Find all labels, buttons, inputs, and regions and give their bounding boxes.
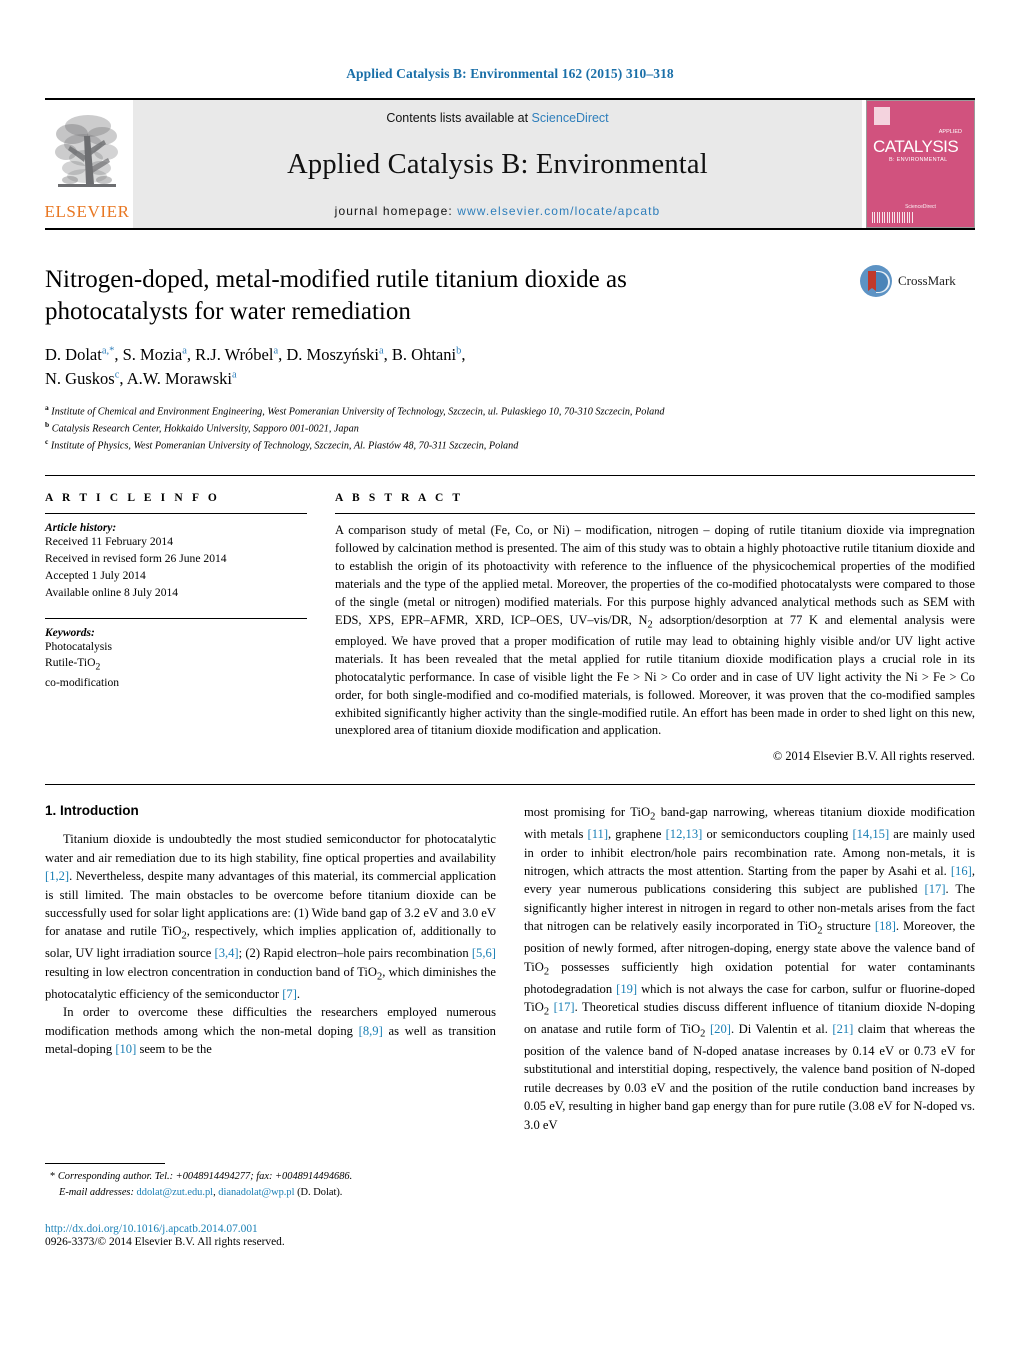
journal-cover-thumbnail[interactable]: APPLIED CATALYSIS B: ENVIRONMENTAL Scien… [866,100,975,228]
abstract-column: A B S T R A C T A comparison study of me… [335,492,975,764]
elsevier-tree-icon [55,115,118,187]
article-history-list: Received 11 February 2014 Received in re… [45,534,307,601]
contents-prefix: Contents lists available at [386,111,532,125]
body-top-rule [45,784,975,786]
corresponding-author-footnote: * Corresponding author. Tel.: +004891449… [45,1163,487,1200]
cover-background: APPLIED CATALYSIS B: ENVIRONMENTAL Scien… [867,101,974,227]
history-item: Available online 8 July 2014 [45,585,179,599]
history-item: Received in revised form 26 June 2014 [45,552,227,566]
cover-journal-subtitle: B: ENVIRONMENTAL [889,157,948,163]
affiliation-item: c Institute of Physics, West Pomeranian … [45,436,519,451]
cover-barcode [872,212,914,223]
cover-elsevier-mark [874,107,890,125]
issn-copyright-line: 0926-3373/© 2014 Elsevier B.V. All right… [45,1236,285,1248]
history-item: Received 11 February 2014 [45,535,174,549]
body-columns: 1. Introduction Titanium dioxide is undo… [45,803,975,1134]
cover-journal-title: CATALYSIS [873,137,959,156]
footnote-email-line: E-mail addresses: ddolat@zut.edu.pl, dia… [45,1185,487,1201]
footnote-corresponding-text: Corresponding author. Tel.: +00489144942… [57,1171,353,1182]
keyword-item: co-modification [45,675,120,689]
affiliation-text: Catalysis Research Center, Hokkaido Univ… [51,423,359,435]
keyword-item: Photocatalysis [45,639,112,653]
abstract-label: A B S T R A C T [335,492,464,505]
running-head: Applied Catalysis B: Environmental 162 (… [346,66,674,81]
keywords-heading: Keywords: [45,626,95,639]
crossmark-badge[interactable]: CrossMark [859,264,975,298]
journal-homepage-line: journal homepage: www.elsevier.com/locat… [133,204,862,218]
journal-masthead: ELSEVIER Contents lists available at Sci… [44,98,975,228]
elsevier-logo: ELSEVIER [44,100,130,228]
keywords-list: Photocatalysis Rutile-TiO2 co-modificati… [45,639,307,692]
abstract-rule [335,513,975,515]
doi-block: http://dx.doi.org/10.1016/j.apcatb.2014.… [45,1223,285,1248]
footnote-corresponding-line: * Corresponding author. Tel.: +004891449… [45,1169,487,1185]
affiliation-item: b Catalysis Research Center, Hokkaido Un… [45,419,359,435]
footnote-marker: * [50,1171,56,1182]
article-history-heading: Article history: [45,522,117,535]
affiliation-text: Institute of Chemical and Environment En… [51,406,665,418]
abstract-text: A comparison study of metal (Fe, Co, or … [335,523,975,738]
affiliation-text: Institute of Physics, West Pomeranian Un… [50,439,519,451]
intro-paragraph: In order to overcome these difficulties … [45,1005,496,1056]
cover-footer-text: ScienceDirect [905,204,936,210]
contents-available-line: Contents lists available at ScienceDirec… [133,111,862,125]
doi-link[interactable]: http://dx.doi.org/10.1016/j.apcatb.2014.… [45,1223,285,1235]
author-list: D. Dolata,*, S. Moziaa, R.J. Wróbela, D.… [45,343,975,391]
article-info-label: A R T I C L E I N F O [45,492,220,505]
title-block: Nitrogen-doped, metal-modified rutile ti… [45,264,975,453]
body-column-right: most promising for TiO2 band-gap narrowi… [524,803,975,1134]
journal-band: Contents lists available at ScienceDirec… [133,100,862,228]
homepage-prefix: journal homepage: [334,204,458,218]
intro-paragraph-continued: most promising for TiO2 band-gap narrowi… [524,805,976,1132]
crossmark-icon [860,265,892,297]
section-heading-introduction: 1. Introduction [45,803,139,819]
keyword-item: Rutile-TiO2 [45,656,101,673]
affiliation-item: a Institute of Chemical and Environment … [45,402,665,418]
article-info-column: A R T I C L E I N F O Article history: R… [45,492,307,764]
journal-title: Applied Catalysis B: Environmental [287,148,708,180]
author-entry: D. Dolata,*, S. Moziaa, R.J. Wróbela, D.… [45,345,466,388]
email-link-primary[interactable]: ddolat@zut.edu.pl [137,1187,214,1198]
sciencedirect-link[interactable]: ScienceDirect [532,111,609,125]
footnote-rule [45,1163,165,1164]
paper-page: Applied Catalysis B: Environmental 162 (… [0,0,1020,1351]
intro-paragraph: Titanium dioxide is undoubtedly the most… [45,832,496,1001]
crossmark-label: CrossMark [898,273,956,288]
keywords-rule: Keywords: Photocatalysis Rutile-TiO2 co-… [45,617,307,692]
abstract-copyright: © 2014 Elsevier B.V. All rights reserved… [772,749,975,764]
email-link-secondary[interactable]: dianadolat@wp.pl [218,1187,294,1198]
history-item: Accepted 1 July 2014 [45,569,146,583]
body-column-left: 1. Introduction Titanium dioxide is undo… [45,803,496,1134]
email-addresses-label: E-mail addresses: [59,1186,134,1198]
elsevier-wordmark: ELSEVIER [44,202,130,221]
info-abstract-region: A R T I C L E I N F O Article history: R… [45,475,975,764]
article-info-rule [45,513,307,515]
affiliation-list: a Institute of Chemical and Environment … [45,403,975,454]
email-owner: (D. Dolat). [294,1186,343,1198]
page-title: Nitrogen-doped, metal-modified rutile ti… [45,266,627,325]
journal-homepage-link[interactable]: www.elsevier.com/locate/apcatb [457,204,660,218]
cover-corner-label: APPLIED [938,129,962,135]
masthead-bottom-rule [45,228,975,230]
